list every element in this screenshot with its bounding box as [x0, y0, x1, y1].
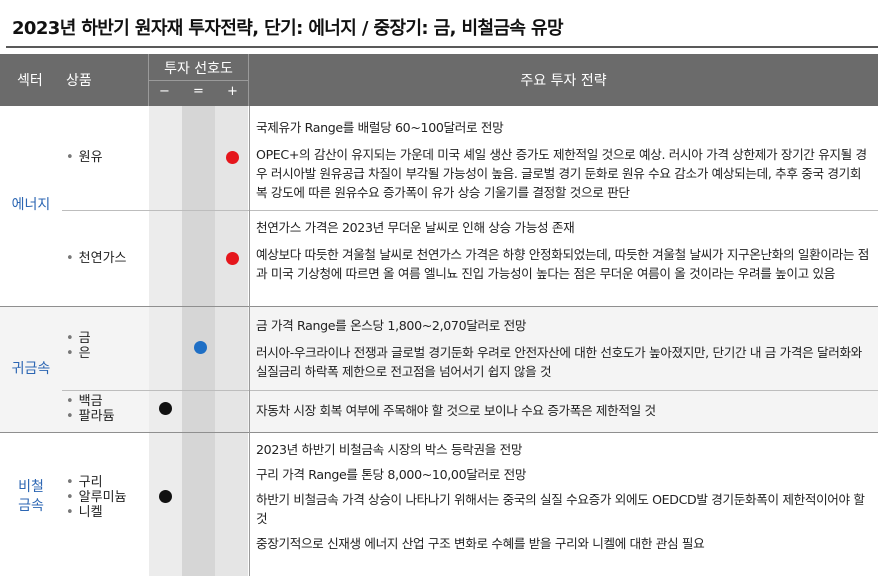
- strategy-line: 하반기 비철금속 가격 상승이 나타나기 위해서는 중국의 실질 수요증가 외에…: [256, 492, 865, 526]
- sector-label: 금속: [18, 498, 44, 514]
- strategy-line: 중장기적으로 신재생 에너지 산업 구조 변화로 수혜를 받을 구리와 니켈에 …: [256, 536, 705, 551]
- sector-label: 비철: [18, 479, 44, 495]
- product-label: 백금: [78, 394, 103, 409]
- sector-energy: 에너지: [11, 197, 51, 213]
- header-separator: [248, 54, 249, 106]
- product-label: 천연가스: [78, 251, 127, 266]
- strategy-natural-gas: 천연가스 가격은 2023년 무더운 날씨로 인해 상승 가능성 존재 예상보다…: [256, 218, 872, 283]
- strategy-crude-oil: 국제유가 Range를 배럴당 60~100달러로 전망 OPEC+의 감산이 …: [256, 118, 872, 202]
- row-divider: [62, 210, 878, 211]
- product-label: 니켈: [78, 505, 103, 520]
- header-plus: +: [227, 84, 238, 99]
- group-divider: [0, 432, 878, 433]
- sector-precious-metals: 귀금속: [11, 361, 51, 377]
- group-divider: [0, 306, 878, 307]
- header-product: 상품: [66, 73, 92, 89]
- header-divider: [149, 80, 248, 81]
- strategy-headline: 금 가격 Range를 온스당 1,800~2,070달러로 전망: [256, 318, 527, 333]
- preference-dot-minus: [159, 402, 172, 415]
- strategy-detail: OPEC+의 감산이 유지되는 가운데 미국 셰일 생산 증가도 제한적일 것으…: [256, 147, 867, 200]
- product-label: 팔라듐: [78, 409, 115, 424]
- product-label: 알루미늄: [78, 490, 127, 505]
- header-minus: −: [159, 84, 170, 99]
- header-sector: 섹터: [17, 73, 43, 89]
- product-base-metals: • 구리 • 알루미늄 • 니켈: [66, 475, 127, 520]
- product-label: 은: [78, 346, 91, 361]
- product-label: 원유: [78, 150, 103, 165]
- sector-base-metals: 비철 금속: [0, 478, 62, 516]
- strategy-gold-silver: 금 가격 Range를 온스당 1,800~2,070달러로 전망 러시아-우크…: [256, 316, 872, 381]
- preference-dot-equal: [194, 341, 207, 354]
- product-platinum-palladium: • 백금 • 팔라듐: [66, 394, 115, 424]
- strategy-platinum-palladium: 자동차 시장 회복 여부에 주목해야 할 것으로 보이나 수요 증가폭은 제한적…: [256, 401, 872, 420]
- title-divider: [6, 46, 878, 48]
- header-strategy: 주요 투자 전략: [520, 73, 607, 89]
- pref-column-plus: [215, 106, 248, 576]
- preference-dot-minus: [159, 490, 172, 503]
- strategy-detail: 러시아-우크라이나 전쟁과 글로벌 경기둔화 우려로 안전자산에 대한 선호도가…: [256, 345, 862, 379]
- product-crude-oil: • 원유: [66, 150, 103, 165]
- strategy-column-divider: [249, 106, 250, 576]
- strategy-line: 구리 가격 Range를 톤당 8,000~10,00달러로 전망: [256, 467, 527, 482]
- strategy-headline: 국제유가 Range를 배럴당 60~100달러로 전망: [256, 120, 504, 135]
- strategy-headline: 자동차 시장 회복 여부에 주목해야 할 것으로 보이나 수요 증가폭은 제한적…: [256, 403, 656, 418]
- page-title: 2023년 하반기 원자재 투자전략, 단기: 에너지 / 중장기: 금, 비철…: [12, 18, 564, 39]
- preference-dot-plus: [226, 252, 239, 265]
- preference-dot-plus: [226, 151, 239, 164]
- product-label: 금: [78, 331, 91, 346]
- product-gold-silver: • 금 • 은: [66, 331, 91, 361]
- strategy-base-metals: 2023년 하반기 비철금속 시장의 박스 등락권을 전망 구리 가격 Rang…: [256, 440, 872, 553]
- pref-column-minus: [149, 106, 182, 576]
- strategy-detail: 예상보다 따듯한 겨울철 날씨로 천연가스 가격은 하향 안정화되었는데, 따듯…: [256, 247, 869, 281]
- product-label: 구리: [78, 475, 103, 490]
- row-divider: [62, 390, 878, 391]
- header-equal: =: [193, 84, 204, 99]
- header-preference: 투자 선호도: [164, 61, 233, 77]
- strategy-headline: 천연가스 가격은 2023년 무더운 날씨로 인해 상승 가능성 존재: [256, 220, 575, 235]
- product-natural-gas: • 천연가스: [66, 251, 127, 266]
- strategy-line: 2023년 하반기 비철금속 시장의 박스 등락권을 전망: [256, 442, 523, 457]
